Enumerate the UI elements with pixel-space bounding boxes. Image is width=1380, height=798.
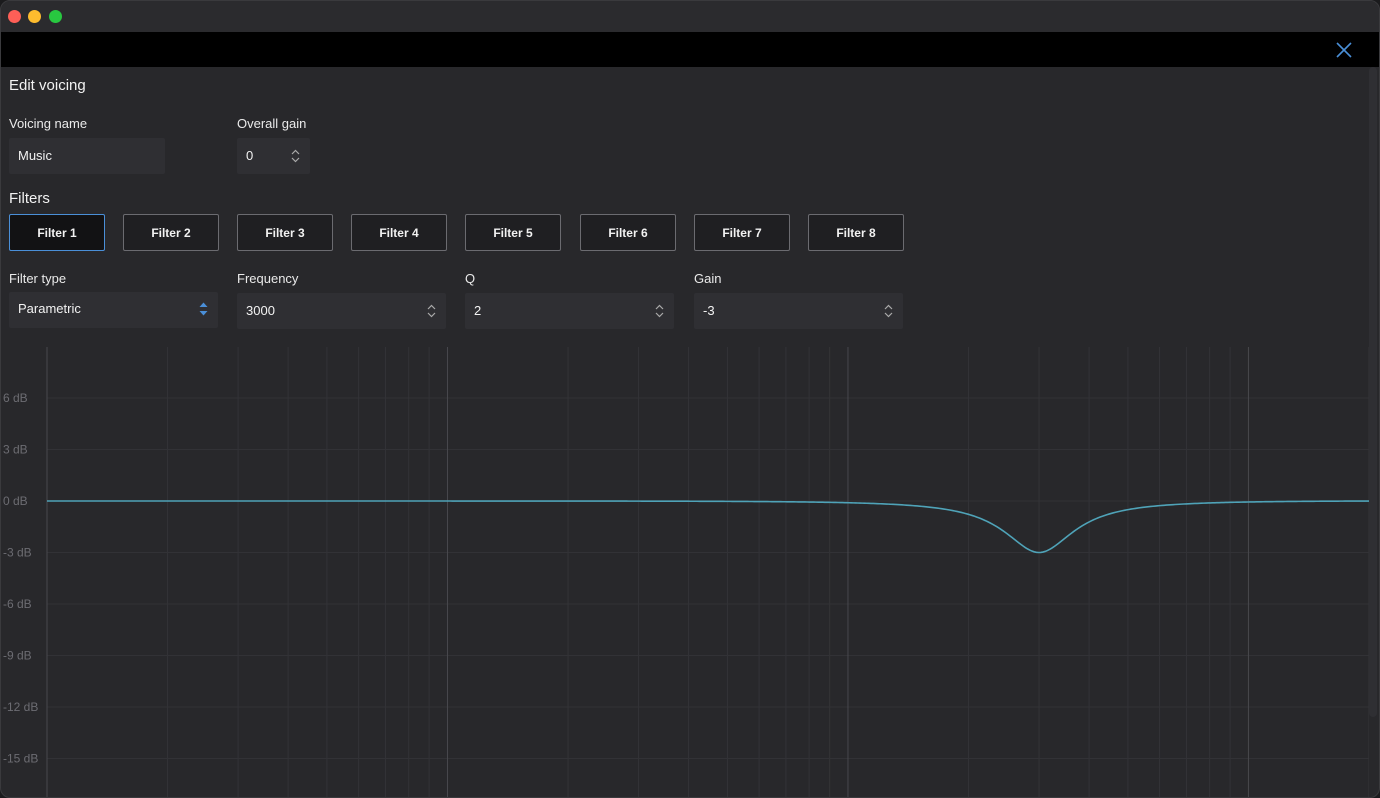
tab-filter-2[interactable]: Filter 2 [123,214,219,251]
voicing-name-value: Music [18,148,52,163]
frequency-label: Frequency [237,271,299,286]
voicing-name-input[interactable]: Music [9,138,165,174]
tab-filter-8[interactable]: Filter 8 [808,214,904,251]
y-tick-label: -9 dB [3,649,32,663]
stepper-arrows-icon[interactable] [655,303,664,319]
tab-filter-4[interactable]: Filter 4 [351,214,447,251]
y-tick-label: -12 dB [3,700,38,714]
tab-filter-6[interactable]: Filter 6 [580,214,676,251]
filter-type-value: Parametric [18,301,81,316]
q-label: Q [465,271,476,286]
tab-filter-1[interactable]: Filter 1 [9,214,105,251]
eq-response-curve [47,500,1369,554]
overall-gain-value: 0 [246,148,254,163]
tab-filter-5[interactable]: Filter 5 [465,214,561,251]
y-tick-label: 3 dB [3,443,28,457]
stepper-arrows-icon[interactable] [884,303,893,319]
stepper-arrows-icon[interactable] [427,303,436,319]
gain-stepper[interactable]: -3 [694,293,903,329]
overall-gain-stepper[interactable]: 0 [237,138,310,174]
y-tick-label: -15 dB [3,752,38,766]
frequency-value: 3000 [246,303,275,318]
gain-value: -3 [703,303,715,318]
gain-label: Gain [694,271,722,286]
zoom-window-button[interactable] [49,10,62,23]
tab-filter-3[interactable]: Filter 3 [237,214,333,251]
vertical-scrollbar[interactable] [1369,67,1377,717]
eq-response-chart: 6 dB 3 dB 0 dB -3 dB -6 dB -9 dB -12 dB -15 dB [3,347,1369,797]
title-bar [1,1,1379,32]
y-tick-label: 6 dB [3,391,28,405]
dialog-header-bar [1,32,1379,67]
overall-gain-label: Overall gain [237,116,307,131]
select-arrows-icon [199,302,208,316]
tab-filter-7[interactable]: Filter 7 [694,214,790,251]
stepper-arrows-icon[interactable] [291,148,300,164]
close-icon[interactable] [1333,39,1355,61]
voicing-name-label: Voicing name [9,116,88,131]
app-window: Edit voicing Voicing name Music Overall … [0,0,1380,798]
filter-type-select[interactable]: Parametric [9,292,218,328]
y-tick-label: 0 dB [3,494,28,508]
dialog-title: Edit voicing [9,77,86,94]
filter-type-label: Filter type [9,271,67,286]
dialog-content: Edit voicing Voicing name Music Overall … [1,67,1379,797]
filters-section-title: Filters [9,190,50,207]
y-tick-label: -6 dB [3,597,32,611]
q-value: 2 [474,303,482,318]
y-tick-label: -3 dB [3,546,32,560]
q-stepper[interactable]: 2 [465,293,674,329]
minimize-window-button[interactable] [28,10,41,23]
frequency-stepper[interactable]: 3000 [237,293,446,329]
close-window-button[interactable] [8,10,21,23]
